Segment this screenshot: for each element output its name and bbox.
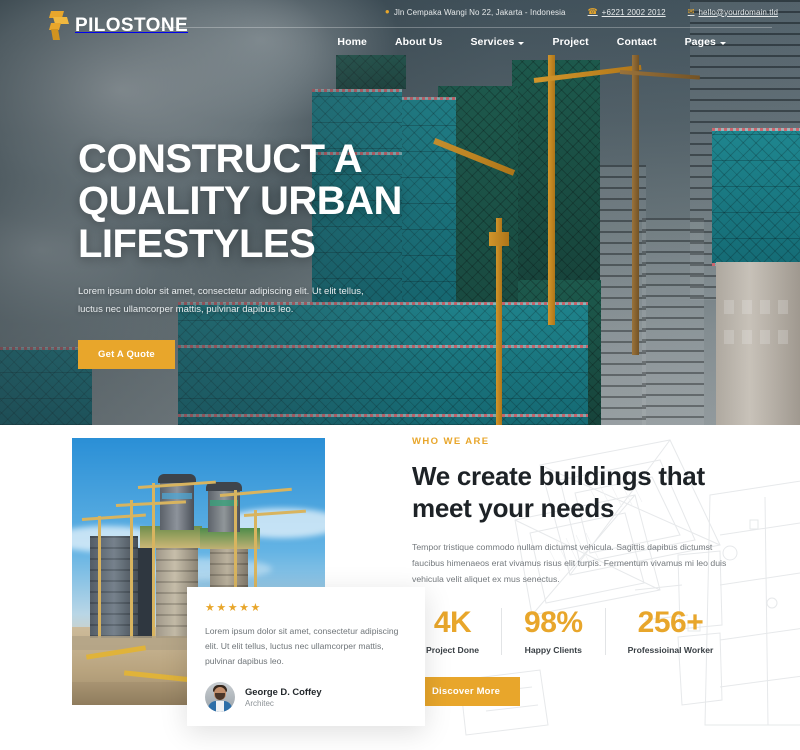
about-paragraph: Tempor tristique commodo nullam dictumst…: [412, 542, 727, 585]
rating-stars: ★★★★★: [205, 602, 262, 614]
nav-item-home[interactable]: Home: [323, 36, 381, 48]
nav-label: Services: [470, 36, 515, 48]
hero-title-line-2: QUALITY URBAN: [78, 179, 402, 224]
nav-label: Contact: [616, 36, 657, 48]
discover-more-button[interactable]: Discover More: [412, 676, 521, 706]
main-navigation: Home About Us Services Project Contact P…: [323, 33, 778, 51]
stat-label: Project Done: [426, 644, 480, 655]
stat-project-done: 4K Project Done: [412, 605, 501, 655]
stat-value: 4K: [433, 605, 472, 639]
hero-paragraph: Lorem ipsum dolor sit amet, consectetur …: [78, 286, 364, 315]
stat-value: 256+: [637, 605, 704, 639]
testimonial-card: ★★★★★ Lorem ipsum dolor sit amet, consec…: [187, 587, 425, 727]
testimonial-author: George D. Coffey Architec: [205, 682, 407, 713]
stat-label: Professioinal Worker: [627, 644, 714, 655]
stat-happy-clients: 98% Happy Clients: [501, 605, 605, 655]
about-section: ★★★★★ Lorem ipsum dolor sit amet, consec…: [0, 425, 800, 750]
get-a-quote-button[interactable]: Get A Quote: [78, 340, 175, 370]
search-button[interactable]: [750, 33, 778, 51]
about-heading-line-2: meet your needs: [412, 492, 615, 523]
nav-item-project[interactable]: Project: [538, 36, 602, 48]
nav-label: Pages: [684, 36, 716, 48]
hero-title: CONSTRUCT A QUALITY URBAN LIFESTYLES: [78, 137, 402, 266]
testimonial-author-name: George D. Coffey: [245, 686, 322, 698]
testimonial-author-meta: George D. Coffey Architec: [245, 686, 322, 708]
hero-section: ● Jln Cempaka Wangi No 22, Jakarta - Ind…: [0, 0, 800, 425]
stat-professional-worker: 256+ Professioinal Worker: [604, 605, 736, 655]
testimonial-quote: Lorem ipsum dolor sit amet, consectetur …: [205, 626, 399, 667]
chevron-down-icon: [518, 41, 525, 45]
site-header: PILOSTONE Home About Us Services Project…: [0, 5, 800, 57]
nav-item-pages[interactable]: Pages: [671, 36, 740, 48]
avatar: [205, 682, 235, 713]
stats-row: 4K Project Done 98% Happy Clients 256+ P…: [412, 605, 742, 655]
about-content: WHO WE ARE We create buildings that meet…: [412, 436, 742, 706]
hero-content: CONSTRUCT A QUALITY URBAN LIFESTYLES Lor…: [78, 137, 402, 370]
pilostone-logo-mark-icon: [48, 11, 70, 41]
hero-title-line-3: LIFESTYLES: [78, 221, 316, 266]
about-eyebrow: WHO WE ARE: [412, 436, 490, 447]
nav-label: About Us: [394, 36, 443, 48]
nav-label: Project: [552, 36, 589, 48]
header-divider: [160, 27, 772, 28]
brand-logo[interactable]: PILOSTONE: [48, 11, 188, 41]
about-heading: We create buildings that meet your needs: [412, 461, 742, 524]
chevron-down-icon: [720, 41, 726, 45]
stat-label: Happy Clients: [524, 644, 582, 655]
stat-value: 98%: [524, 605, 583, 639]
brand-name: PILOSTONE: [75, 15, 189, 36]
hero-title-line-1: CONSTRUCT A: [78, 137, 363, 181]
testimonial-author-role: Architec: [245, 699, 274, 709]
nav-item-services[interactable]: Services: [456, 36, 538, 48]
about-heading-line-1: We create buildings that: [412, 461, 705, 491]
nav-item-about-us[interactable]: About Us: [381, 36, 456, 48]
nav-item-contact[interactable]: Contact: [603, 36, 671, 48]
landing-page: ● Jln Cempaka Wangi No 22, Jakarta - Ind…: [0, 0, 800, 750]
nav-label: Home: [337, 36, 367, 48]
